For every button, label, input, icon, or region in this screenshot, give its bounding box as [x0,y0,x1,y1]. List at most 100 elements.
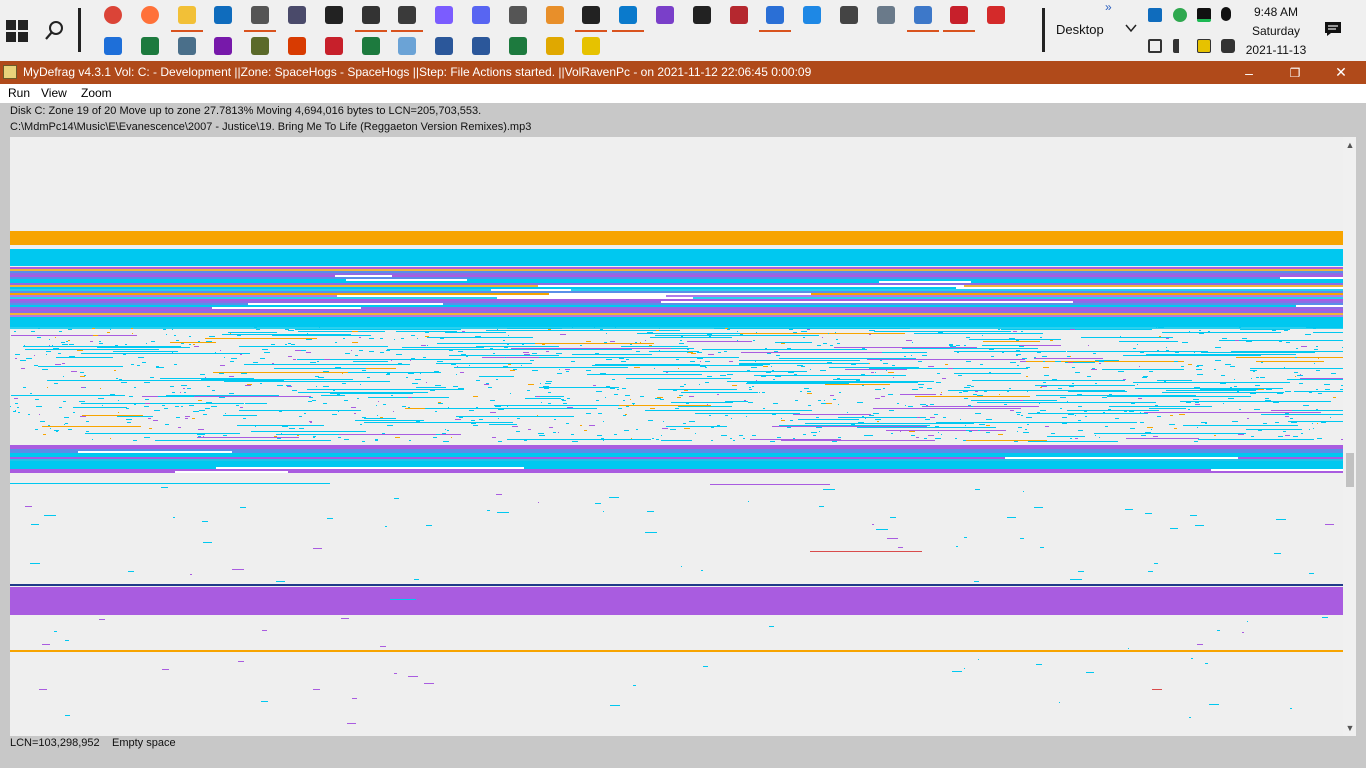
disk-fragment [339,434,461,435]
disk-fragment [871,372,874,373]
disk-fragment [660,399,664,400]
clock-day[interactable]: Saturday [1236,24,1316,38]
clock-task-icon[interactable] [508,6,527,24]
excel-app-icon[interactable] [354,37,387,63]
discord-icon[interactable] [472,6,490,24]
chevron-down-icon[interactable] [1124,21,1138,35]
disk-fragment [1309,392,1312,393]
menu-zoom[interactable]: Zoom [81,86,112,100]
mstsc-icon[interactable] [729,6,748,24]
disk-fragment [203,542,212,543]
window-title-bar[interactable]: MyDefrag v4.3.1 Vol: C: - Development ||… [0,61,1366,84]
disk-fragment [391,360,392,361]
display-icon[interactable] [177,37,196,55]
disk-fragment [1016,340,1019,341]
disk-fragment [1234,386,1237,387]
clock-date[interactable]: 2021-11-13 [1236,43,1316,57]
visual-studio-icon[interactable] [656,6,674,24]
disk-fragment [1233,351,1239,352]
sheet-icon[interactable] [508,37,527,55]
disk-fragment [1109,394,1112,395]
powershell-icon[interactable] [759,6,792,32]
disk-fragment [1278,436,1283,437]
disk-fragment [807,393,812,394]
clock-time[interactable]: 9:48 AM [1236,5,1316,19]
disk-fragment [86,421,89,422]
disk-fragment [1081,410,1086,411]
disk-fragment [1149,408,1186,409]
close-button[interactable]: ✕ [1318,61,1364,84]
disk-fragment [1162,332,1281,333]
scroll-down-arrow-icon[interactable]: ▼ [1345,723,1355,733]
paint-app-icon[interactable] [545,6,564,24]
cmd-icon[interactable] [692,6,711,24]
excel-icon[interactable] [140,37,159,55]
search-icon[interactable] [44,19,66,41]
utility-icon[interactable] [288,6,306,24]
notepad-app-icon[interactable] [391,6,424,32]
minimize-button[interactable]: – [1226,61,1272,84]
mydefrag-app-icon[interactable] [3,65,17,79]
overflow-chevron-icon[interactable]: » [1105,0,1112,14]
windows-start-icon[interactable] [6,20,28,42]
network-icon[interactable] [1148,39,1162,53]
start-grid-icon[interactable] [803,6,822,24]
disk-gap [335,275,392,277]
todo-icon[interactable] [104,37,122,55]
menu-view[interactable]: View [41,86,67,100]
tree-app-icon[interactable] [251,37,270,55]
disk-fragment [978,430,980,431]
notifications-icon[interactable] [1324,21,1342,37]
outlook-icon[interactable] [214,6,233,24]
disk-fragment [31,524,39,525]
paint-doc-icon[interactable] [538,37,571,63]
chrome-icon[interactable] [104,6,122,24]
menu-run[interactable]: Run [8,86,30,100]
office-icon[interactable] [281,37,313,63]
volume-icon[interactable] [1173,39,1187,53]
gimp-icon[interactable] [244,6,277,32]
vertical-scrollbar[interactable]: ▲ ▼ [1343,137,1356,736]
disk-fragment [507,344,509,345]
restore-button[interactable]: ❐ [1272,61,1318,84]
file-explorer-icon[interactable] [170,6,203,32]
vscode-icon[interactable] [612,6,645,32]
document-icon[interactable] [465,37,497,63]
disk-fragment [410,360,411,361]
security-tray-icon[interactable] [1173,8,1187,22]
console-icon[interactable] [575,6,608,32]
disk-fragment [507,406,508,407]
control-panel-icon[interactable] [876,6,895,24]
disk-fragment [1124,411,1127,412]
disk-fragment [377,415,378,416]
onenote-icon[interactable] [214,37,233,55]
disk-fragment [906,340,912,341]
remote-desktop-icon[interactable] [906,6,939,32]
notes-icon[interactable] [398,37,417,55]
camera-tray-icon[interactable] [1221,39,1235,53]
scroll-up-arrow-icon[interactable]: ▲ [1345,140,1355,150]
disk-fragment [659,328,660,329]
desktop-toolbar-label[interactable]: Desktop [1056,22,1104,37]
monitor-tray-icon[interactable] [1197,8,1211,22]
acrobat-reader-icon[interactable] [317,37,350,63]
messenger-icon[interactable] [435,6,454,24]
disk-stripe [10,307,1343,309]
firefox-icon[interactable] [140,6,159,24]
printer-app-icon[interactable] [354,6,387,32]
disk-fragment [1144,412,1321,413]
scrollbar-thumb[interactable] [1346,453,1354,487]
mydefrag-icon[interactable] [575,37,608,63]
outlook-tray-icon[interactable] [1148,8,1162,22]
disk-fragment [886,430,1006,431]
microphone-icon[interactable] [1221,7,1231,21]
terminal-icon[interactable] [324,6,343,24]
acrobat-icon[interactable] [943,6,976,32]
battery-tray-icon[interactable] [1197,39,1211,53]
word-icon[interactable] [435,37,454,55]
disk-fragment [421,345,426,346]
disk-fragment [1148,571,1153,572]
pdf-app-icon[interactable] [987,6,1006,24]
disk-map[interactable] [10,137,1343,736]
settings-icon[interactable] [840,6,858,24]
